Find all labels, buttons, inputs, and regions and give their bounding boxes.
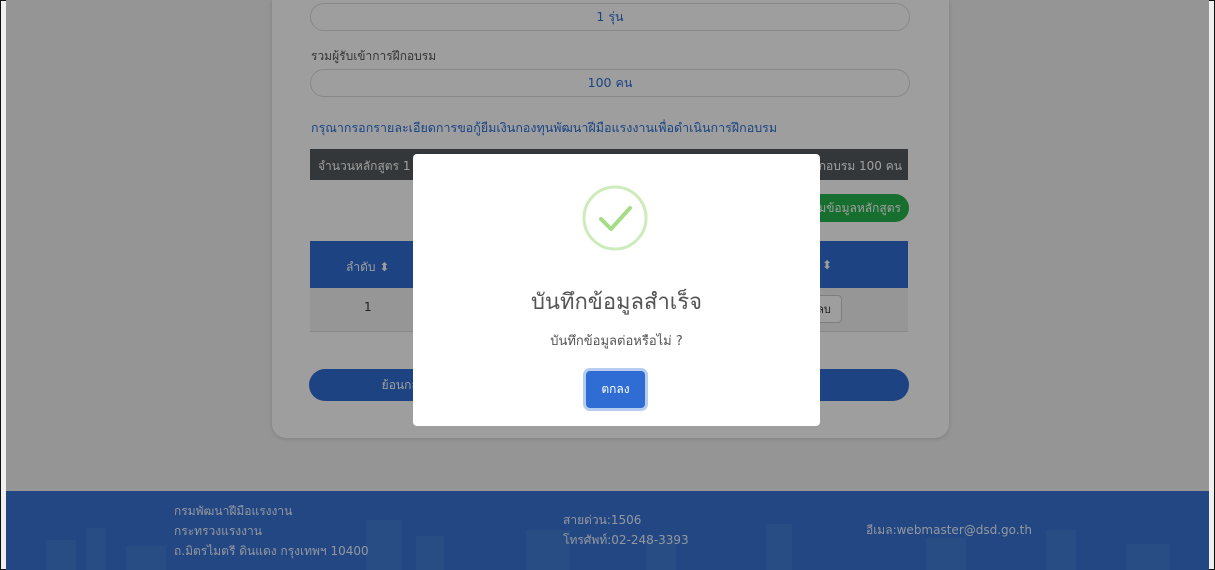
success-dialog: บันทึกข้อมูลสำเร็จ บันทึกข้อมูลต่อหรือไม… [413, 154, 820, 426]
dialog-title: บันทึกข้อมูลสำเร็จ [530, 290, 703, 315]
ok-button[interactable]: ตกลง [586, 371, 645, 408]
check-icon [581, 184, 649, 252]
dialog-message: บันทึกข้อมูลต่อหรือไม่ ? [550, 334, 683, 349]
